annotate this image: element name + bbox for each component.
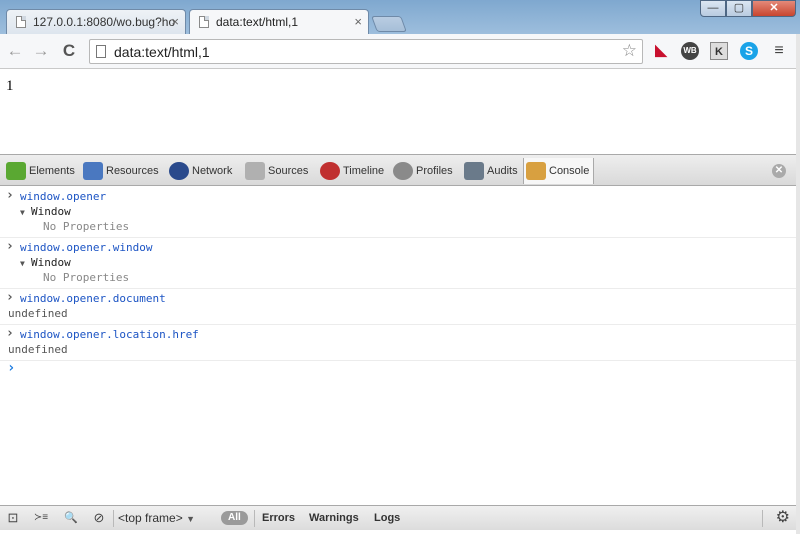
url-input[interactable] xyxy=(114,42,604,62)
profiles-icon xyxy=(393,162,413,180)
expand-triangle-icon[interactable]: ▼ xyxy=(20,205,31,220)
tab-console[interactable]: Console xyxy=(523,158,595,184)
console-prompt[interactable] xyxy=(0,361,800,377)
filter-errors-button[interactable]: Errors xyxy=(262,506,295,530)
tab-label: Console xyxy=(549,165,590,177)
object-properties: No Properties xyxy=(43,271,130,284)
devtools-tab-bar: Elements Resources Network Sources Timel… xyxy=(0,155,800,186)
show-drawer-icon[interactable]: ≻≡ xyxy=(28,506,54,530)
console-command: window.opener.location.href xyxy=(0,327,800,342)
filter-all-button[interactable]: All xyxy=(221,511,248,525)
console-result: undefined xyxy=(8,307,68,320)
devtools-panel: Elements Resources Network Sources Timel… xyxy=(0,154,800,534)
forward-icon[interactable]: → xyxy=(30,40,52,62)
kaspersky-extension-icon[interactable]: ◣ xyxy=(652,42,670,60)
page-icon xyxy=(199,16,209,28)
tab-elements[interactable]: Elements xyxy=(4,158,79,184)
skype-extension-icon[interactable]: S xyxy=(740,42,758,60)
window-controls: — ▢ ✕ xyxy=(700,0,796,18)
close-window-button[interactable]: ✕ xyxy=(752,0,796,17)
maximize-button[interactable]: ▢ xyxy=(726,0,752,17)
window-scrollbar[interactable] xyxy=(796,34,800,534)
tab-profiles[interactable]: Profiles xyxy=(391,158,457,184)
page-icon xyxy=(16,16,26,28)
tab-network[interactable]: Network xyxy=(167,158,236,184)
close-tab-icon[interactable]: × xyxy=(354,10,362,34)
object-tree-node[interactable]: ▼ Window xyxy=(0,255,800,270)
tab-label: Elements xyxy=(29,165,75,177)
network-icon xyxy=(169,162,189,180)
filter-logs-button[interactable]: Logs xyxy=(374,506,400,530)
audits-icon xyxy=(464,162,484,180)
browser-window: 127.0.0.1:8080/wo.bug?ho × data:text/htm… xyxy=(0,0,800,534)
tab-localhost[interactable]: 127.0.0.1:8080/wo.bug?ho × xyxy=(6,9,186,34)
new-tab-button[interactable] xyxy=(371,16,407,32)
devtools-status-bar: ⊡ ≻≡ 🔍 ⊘ <top frame> ▼ All Errors Warnin… xyxy=(0,505,800,530)
k-extension-icon[interactable]: K xyxy=(710,42,728,60)
console-entry: window.opener.location.href undefined xyxy=(0,325,800,361)
reload-icon[interactable]: C xyxy=(58,40,80,62)
console-result: undefined xyxy=(8,343,68,356)
tab-resources[interactable]: Resources xyxy=(81,158,163,184)
console-command: window.opener xyxy=(0,189,800,204)
back-icon[interactable]: ← xyxy=(4,40,26,62)
object-properties: No Properties xyxy=(43,220,130,233)
divider xyxy=(254,510,255,527)
tab-label: Sources xyxy=(268,165,309,177)
elements-icon xyxy=(6,162,26,180)
minimize-button[interactable]: — xyxy=(700,0,726,17)
console-command: window.opener.window xyxy=(0,240,800,255)
page-body-text: 1 xyxy=(6,78,14,94)
chevron-down-icon: ▼ xyxy=(186,514,195,524)
search-icon[interactable]: 🔍 xyxy=(58,506,84,530)
frame-label: <top frame> xyxy=(118,511,183,525)
console-entry: window.opener.document undefined xyxy=(0,289,800,325)
tab-strip: 127.0.0.1:8080/wo.bug?ho × data:text/htm… xyxy=(0,0,800,34)
tab-label: Timeline xyxy=(343,165,385,177)
page-icon xyxy=(96,45,106,58)
console-entry: window.opener.window ▼Window No Properti… xyxy=(0,238,800,289)
tab-label: Profiles xyxy=(416,165,453,177)
clear-console-icon[interactable]: ⊘ xyxy=(86,506,112,530)
object-tree-node[interactable]: ▼ Window xyxy=(0,204,800,219)
expand-triangle-icon[interactable]: ▼ xyxy=(20,256,31,271)
resources-icon xyxy=(83,162,103,180)
dock-icon[interactable]: ⊡ xyxy=(0,506,26,530)
object-label: Window xyxy=(31,256,71,269)
tab-audits[interactable]: Audits xyxy=(462,158,522,184)
divider xyxy=(762,510,763,527)
timeline-icon xyxy=(320,162,340,180)
browser-toolbar: ← → C ☆ ◣ WB K S ≡ xyxy=(0,34,800,69)
close-tab-icon[interactable]: × xyxy=(171,10,179,34)
tab-timeline[interactable]: Timeline xyxy=(318,158,388,184)
wb-extension-icon[interactable]: WB xyxy=(681,42,699,60)
frame-selector[interactable]: <top frame> ▼ xyxy=(118,506,195,530)
console-entry: window.opener ▼Window No Properties xyxy=(0,187,800,238)
tab-title: data:text/html,1 xyxy=(216,15,299,29)
tab-sources[interactable]: Sources xyxy=(243,158,312,184)
sources-icon xyxy=(245,162,265,180)
console-icon xyxy=(526,162,546,180)
tab-data-url[interactable]: data:text/html,1 × xyxy=(189,9,369,34)
tab-label: Resources xyxy=(106,165,159,177)
bookmark-star-icon[interactable]: ☆ xyxy=(622,41,637,61)
address-bar[interactable]: ☆ xyxy=(89,39,643,64)
close-devtools-icon[interactable]: ✕ xyxy=(772,164,786,178)
menu-icon[interactable]: ≡ xyxy=(770,42,788,60)
filter-warnings-button[interactable]: Warnings xyxy=(309,506,359,530)
object-label: Window xyxy=(31,205,71,218)
tab-label: Network xyxy=(192,165,233,177)
page-viewport: 1 xyxy=(0,70,800,154)
divider xyxy=(113,510,114,527)
tab-title: 127.0.0.1:8080/wo.bug?ho xyxy=(33,15,176,29)
tab-label: Audits xyxy=(487,165,518,177)
console-output[interactable]: window.opener ▼Window No Properties wind… xyxy=(0,187,800,505)
console-command: window.opener.document xyxy=(0,291,800,306)
settings-gear-icon[interactable]: ⚙ xyxy=(776,506,790,530)
